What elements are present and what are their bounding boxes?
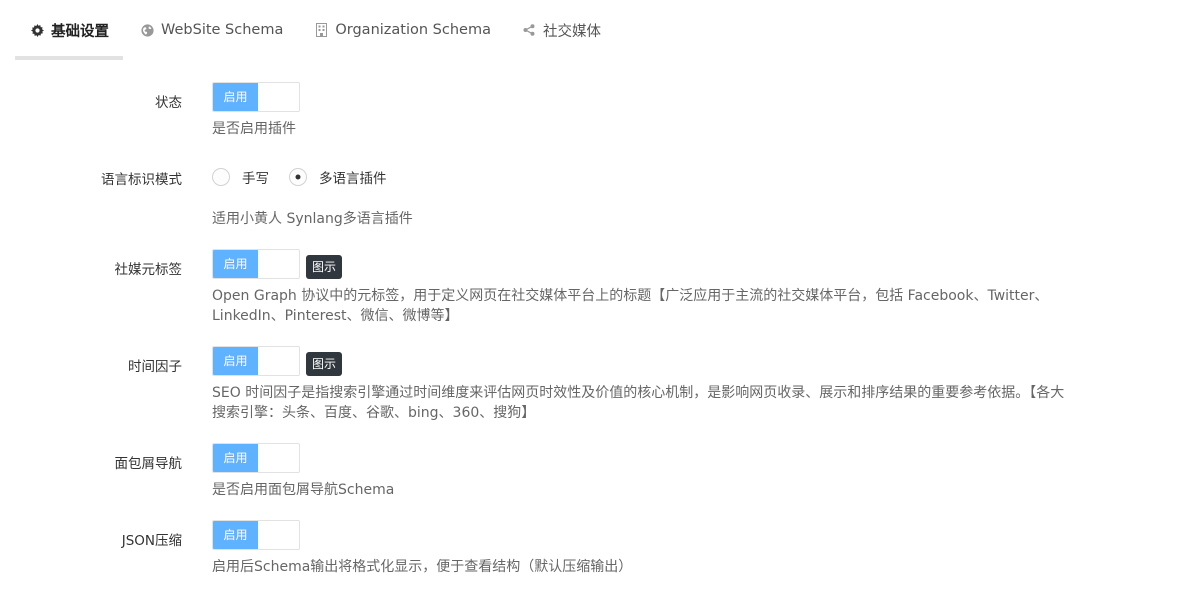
tab-label: 社交媒体 (542, 23, 601, 40)
time-factor-label: 时间因子 (128, 359, 182, 375)
status-switch[interactable]: 启用 (212, 82, 300, 112)
time-factor-preview-button[interactable]: 图示 (306, 352, 343, 376)
social-meta-switch[interactable]: 启用 (212, 249, 300, 279)
tab-label: 基础设置 (51, 23, 109, 40)
json-compress-switch[interactable]: 启用 (212, 520, 300, 550)
social-meta-help: Open Graph 协议中的元标签，用于定义网页在社交媒体平台上的标题【广泛应… (212, 288, 1049, 324)
breadcrumb-switch[interactable]: 启用 (212, 443, 300, 473)
language-mode-radio-group: 手写 多语言插件 (212, 167, 407, 187)
language-mode-label: 语言标识模式 (101, 172, 182, 188)
switch-on-label: 启用 (213, 83, 258, 111)
language-mode-help: 适用小黄人 Synlang多语言插件 (212, 211, 413, 227)
tab-organization-schema[interactable]: Organization Schema (299, 0, 505, 60)
tab-basic-settings[interactable]: 基础设置 (15, 0, 123, 60)
tab-label: Organization Schema (335, 22, 491, 38)
building-icon (314, 23, 328, 37)
radio-label: 多语言插件 (319, 171, 387, 187)
json-compress-label: JSON压缩 (121, 533, 182, 549)
switch-on-label: 启用 (213, 444, 258, 472)
switch-on-label: 启用 (213, 521, 258, 549)
radio-label: 手写 (242, 171, 269, 187)
status-help: 是否启用插件 (212, 121, 296, 137)
share-icon (522, 23, 536, 37)
breadcrumb-label: 面包屑导航 (114, 456, 183, 472)
radio-circle[interactable] (212, 168, 230, 186)
time-factor-help: SEO 时间因子是指搜索引擎通过时间维度来评估网页时效性及价值的核心机制，是影响… (212, 385, 1065, 421)
breadcrumb-help: 是否启用面包屑导航Schema (212, 482, 395, 498)
social-meta-preview-button[interactable]: 图示 (306, 255, 343, 279)
status-label: 状态 (155, 95, 182, 111)
globe-icon (140, 23, 154, 37)
radio-multilang-plugin[interactable]: 多语言插件 (289, 167, 387, 187)
tab-label: WebSite Schema (161, 22, 284, 38)
radio-circle-checked[interactable] (289, 168, 307, 186)
time-factor-switch[interactable]: 启用 (212, 346, 300, 376)
tab-website-schema[interactable]: WebSite Schema (125, 0, 297, 60)
gear-icon (30, 23, 44, 37)
switch-on-label: 启用 (213, 250, 258, 278)
social-meta-label: 社媒元标签 (114, 262, 183, 278)
radio-manual[interactable]: 手写 (212, 167, 269, 187)
switch-on-label: 启用 (213, 347, 258, 375)
tab-social-media[interactable]: 社交媒体 (507, 0, 615, 60)
tab-bar: 基础设置 WebSite Schema Organization Schema (15, 0, 617, 60)
json-compress-help: 启用后Schema输出将格式化显示，便于查看结构（默认压缩输出） (212, 559, 633, 575)
